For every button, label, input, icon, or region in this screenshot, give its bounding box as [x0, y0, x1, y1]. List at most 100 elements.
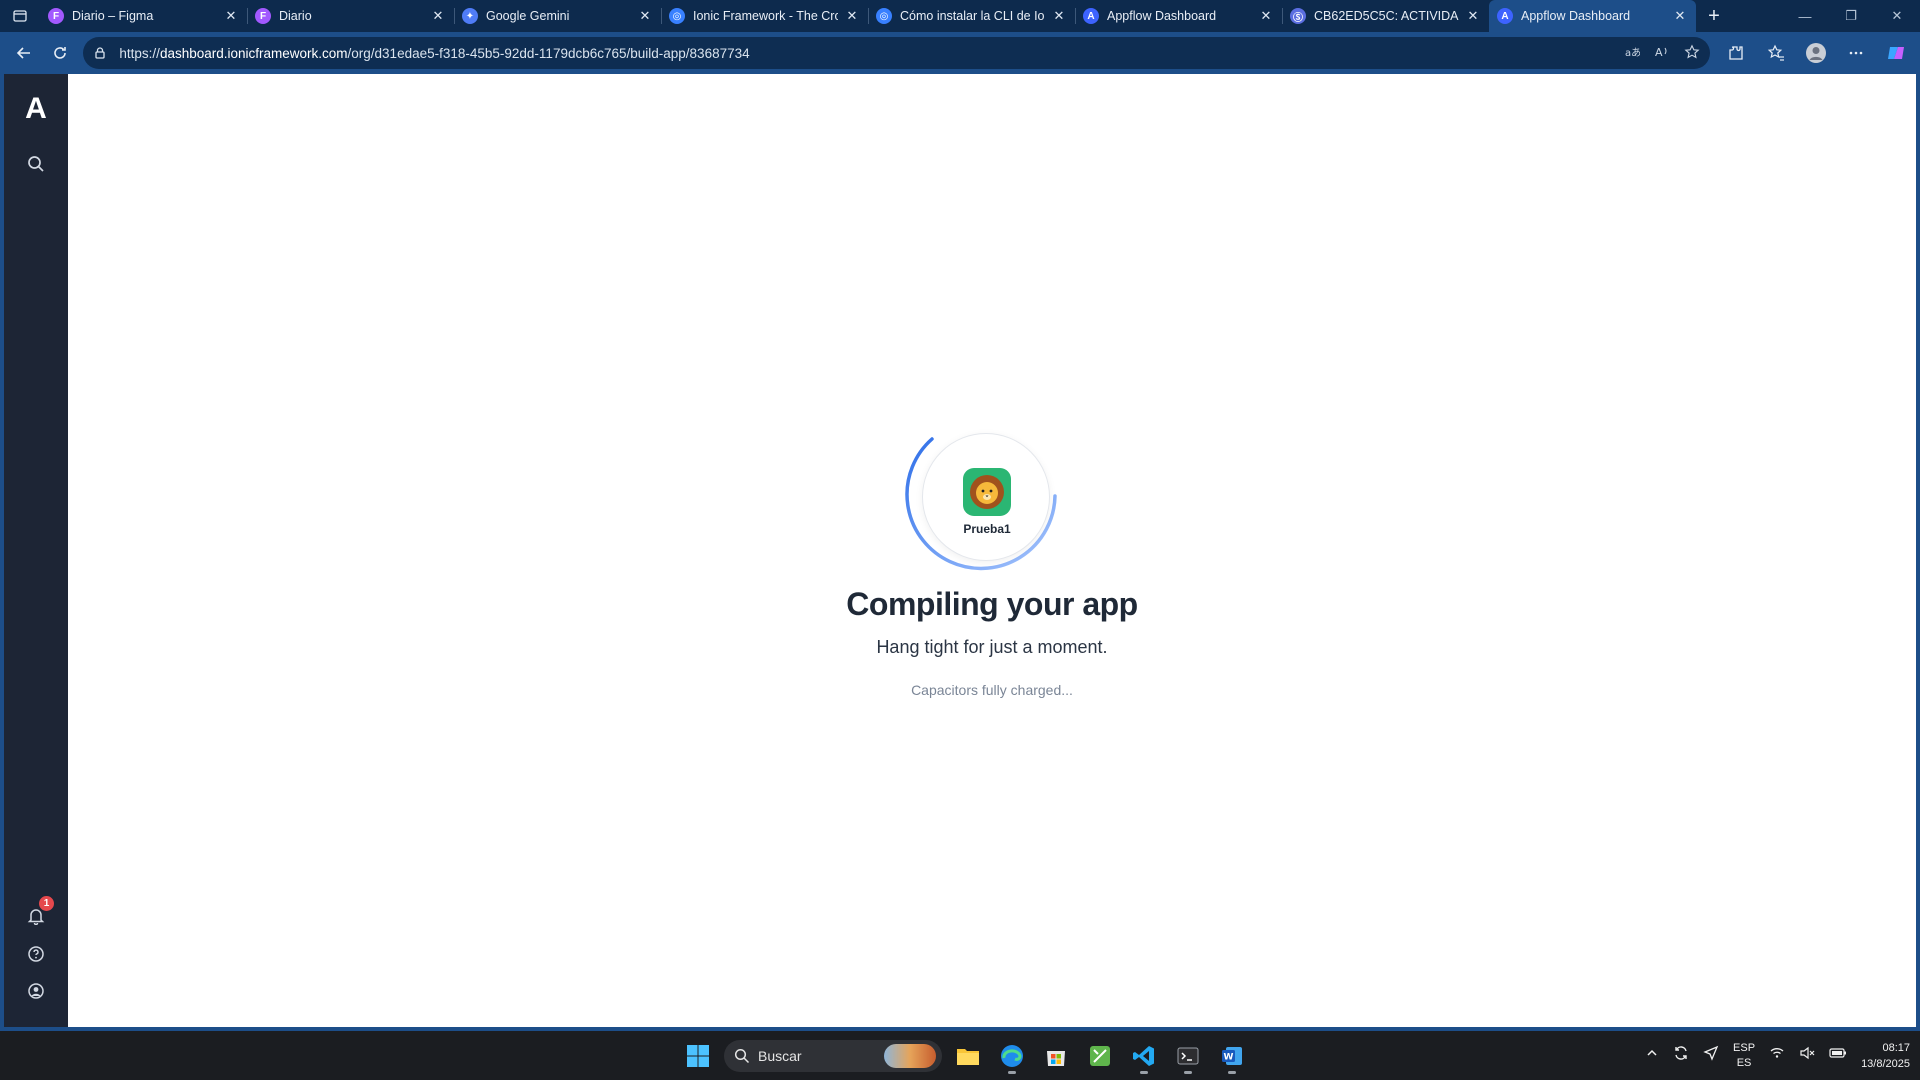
- restore-icon[interactable]: ❐: [1828, 0, 1874, 32]
- lion-icon: [970, 475, 1004, 509]
- language-code: ESP: [1733, 1041, 1756, 1054]
- browser-tab[interactable]: Ⓢ CB62ED5C5C: ACTIVIDAD 2 ✕: [1282, 0, 1489, 32]
- tab-close-icon[interactable]: ✕: [223, 8, 239, 24]
- tab-favicon-icon: ◎: [669, 8, 685, 24]
- browser-tab[interactable]: ✦ Google Gemini ✕: [454, 0, 661, 32]
- tab-close-icon[interactable]: ✕: [1051, 8, 1067, 24]
- extensions-icon[interactable]: [1718, 37, 1754, 69]
- page-title: Compiling your app: [846, 586, 1138, 622]
- browser-tab[interactable]: F Diario ✕: [247, 0, 454, 32]
- tab-title: Cómo instalar la CLI de Ioni: [900, 9, 1045, 23]
- edge-browser-icon[interactable]: [994, 1038, 1030, 1074]
- browser-tab-strip: F Diario – Figma ✕ F Diario ✕ ✦ Google Gemini ✕ ◎…: [0, 0, 1920, 32]
- tab-actions-icon[interactable]: [0, 0, 40, 32]
- wifi-icon[interactable]: [1769, 1045, 1785, 1066]
- tab-title: Google Gemini: [486, 9, 570, 23]
- sync-icon[interactable]: [1673, 1045, 1689, 1066]
- help-icon[interactable]: [24, 942, 48, 966]
- browser-tab[interactable]: ◎ Cómo instalar la CLI de Ioni ✕: [868, 0, 1075, 32]
- translate-icon[interactable]: aあ: [1624, 44, 1641, 63]
- minimize-icon[interactable]: —: [1782, 0, 1828, 32]
- tab-title: CB62ED5C5C: ACTIVIDAD 2: [1314, 9, 1459, 23]
- system-tray: ESP ES 08:17 13/8/2025: [1645, 1031, 1910, 1080]
- notification-badge: 1: [39, 896, 54, 911]
- tab-title: Appflow Dashboard: [1107, 9, 1217, 23]
- clock-time: 08:17: [1882, 1041, 1910, 1054]
- input-language-indicator[interactable]: ESP ES: [1733, 1041, 1755, 1071]
- search-icon[interactable]: [24, 152, 48, 176]
- browser-tab[interactable]: F Diario – Figma ✕: [40, 0, 247, 32]
- taskbar-search-box[interactable]: Buscar: [724, 1039, 942, 1072]
- browser-tab[interactable]: A Appflow Dashboard ✕: [1489, 0, 1696, 32]
- build-progress-spinner: Prueba1: [903, 414, 1057, 571]
- notifications-bell-icon[interactable]: 1: [24, 896, 54, 928]
- windows-taskbar: Buscar W ESP ES 08:17 13/8/2025: [0, 1031, 1920, 1080]
- tab-title: Appflow Dashboard: [1521, 9, 1631, 23]
- favorite-star-icon[interactable]: [1684, 44, 1700, 63]
- search-highlight-image: [884, 1043, 936, 1068]
- terminal-icon[interactable]: [1170, 1038, 1206, 1074]
- browser-tab[interactable]: A Appflow Dashboard ✕: [1075, 0, 1282, 32]
- word-icon[interactable]: W: [1214, 1038, 1250, 1074]
- volume-muted-icon[interactable]: [1799, 1045, 1815, 1066]
- tab-close-icon[interactable]: ✕: [430, 8, 446, 24]
- copilot-icon[interactable]: [1878, 37, 1914, 69]
- tab-title: Diario: [279, 9, 312, 23]
- app-name-label: Prueba1: [963, 522, 1011, 536]
- tab-favicon-icon: F: [48, 8, 64, 24]
- new-tab-button[interactable]: +: [1696, 0, 1732, 32]
- lock-icon[interactable]: [93, 46, 111, 60]
- more-options-icon[interactable]: [1838, 37, 1874, 69]
- tab-close-icon[interactable]: ✕: [1672, 8, 1688, 24]
- close-window-icon[interactable]: ✕: [1874, 0, 1920, 32]
- url-text: https://dashboard.ionicframework.com/org…: [119, 45, 750, 61]
- tab-close-icon[interactable]: ✕: [1465, 8, 1481, 24]
- show-hidden-icons-chevron-icon[interactable]: [1645, 1046, 1659, 1065]
- snipping-tool-icon[interactable]: [1082, 1038, 1118, 1074]
- tab-favicon-icon: ✦: [462, 8, 478, 24]
- app-icon: [963, 468, 1011, 516]
- page-frame: A 1 Prueba1 Compiling your app Hang tigh…: [0, 74, 1920, 1031]
- status-hint: Capacitors fully charged...: [911, 682, 1073, 698]
- vscode-icon[interactable]: [1126, 1038, 1162, 1074]
- clock-date: 13/8/2025: [1861, 1057, 1910, 1070]
- browser-toolbar: https://dashboard.ionicframework.com/org…: [0, 32, 1920, 74]
- browser-tab[interactable]: ◎ Ionic Framework - The Cros ✕: [661, 0, 868, 32]
- favorites-icon[interactable]: [1758, 37, 1794, 69]
- tab-title: Ionic Framework - The Cros: [693, 9, 838, 23]
- windows-start-icon[interactable]: [680, 1038, 716, 1074]
- tab-favicon-icon: A: [1083, 8, 1099, 24]
- read-aloud-icon[interactable]: A: [1654, 44, 1670, 63]
- svg-text:aあ: aあ: [1625, 47, 1640, 59]
- clock[interactable]: 08:17 13/8/2025: [1861, 1040, 1910, 1072]
- keyboard-layout-code: ES: [1736, 1056, 1752, 1069]
- tab-favicon-icon: A: [1497, 8, 1513, 24]
- tab-close-icon[interactable]: ✕: [637, 8, 653, 24]
- tab-list: F Diario – Figma ✕ F Diario ✕ ✦ Google Gemini ✕ ◎…: [40, 0, 1696, 32]
- account-icon[interactable]: [24, 979, 48, 1003]
- svg-text:W: W: [1224, 1052, 1234, 1062]
- back-icon[interactable]: [6, 37, 42, 69]
- tab-favicon-icon: Ⓢ: [1290, 8, 1306, 24]
- taskbar-search-icon: [734, 1048, 750, 1063]
- file-explorer-icon[interactable]: [950, 1038, 986, 1074]
- window-controls: — ❐ ✕: [1782, 0, 1920, 32]
- battery-icon[interactable]: [1829, 1045, 1847, 1066]
- tab-title: Diario – Figma: [72, 9, 154, 23]
- appflow-logo[interactable]: A: [4, 92, 68, 126]
- appflow-sidebar: A 1: [4, 74, 68, 1027]
- location-icon[interactable]: [1703, 1045, 1719, 1066]
- tab-favicon-icon: F: [255, 8, 271, 24]
- microsoft-store-icon[interactable]: [1038, 1038, 1074, 1074]
- profile-avatar[interactable]: [1798, 37, 1834, 69]
- main-content: Prueba1 Compiling your app Hang tight fo…: [68, 74, 1916, 1027]
- page-subtitle: Hang tight for just a moment.: [876, 637, 1108, 657]
- tab-close-icon[interactable]: ✕: [1258, 8, 1274, 24]
- tab-close-icon[interactable]: ✕: [844, 8, 860, 24]
- app-badge: Prueba1: [922, 433, 1050, 561]
- reload-icon[interactable]: [42, 37, 78, 69]
- svg-text:A: A: [1655, 46, 1663, 59]
- tab-favicon-icon: ◎: [876, 8, 892, 24]
- taskbar-search-placeholder: Buscar: [758, 1047, 802, 1064]
- address-bar[interactable]: https://dashboard.ionicframework.com/org…: [83, 37, 1710, 69]
